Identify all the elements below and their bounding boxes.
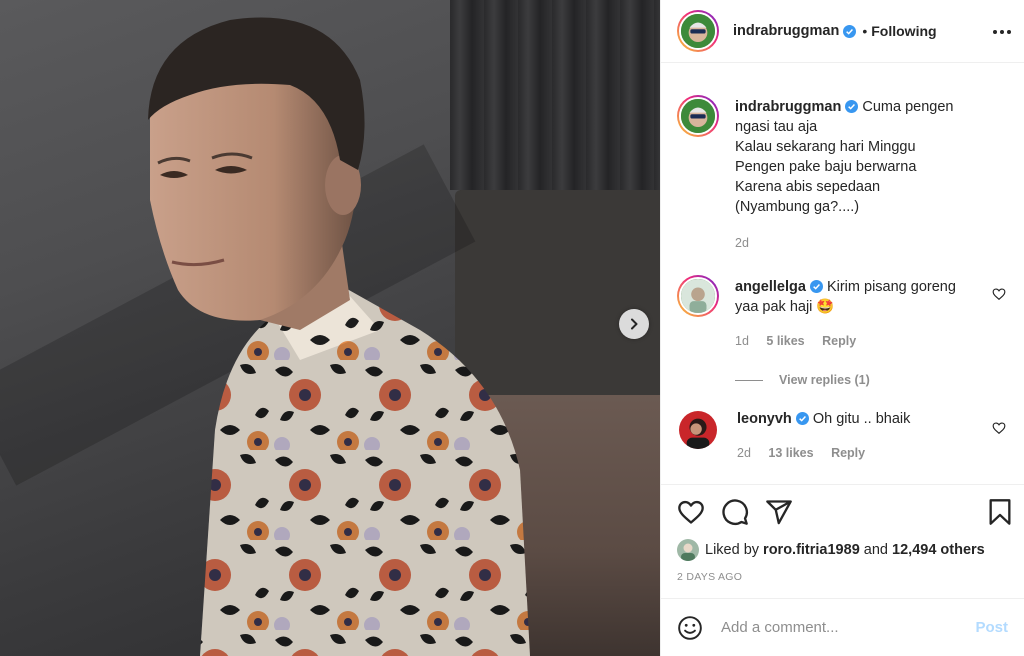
comment-body: angellelga Kirim pisang goreng yaa pak h… <box>735 277 975 351</box>
caption-time[interactable]: 2d <box>735 236 749 250</box>
comment-meta: 2d 13 likes Reply <box>737 443 977 463</box>
comment-item: angellelga Kirim pisang goreng yaa pak h… <box>677 275 1008 351</box>
share-icon[interactable] <box>765 498 793 526</box>
comment-body: leonyvh Oh gitu .. bhaik 2d 13 likes Rep… <box>737 409 977 463</box>
comment-text: Oh gitu .. bhaik <box>812 411 911 427</box>
more-horizontal-icon <box>993 30 997 34</box>
comment-likes[interactable]: 5 likes <box>766 334 804 348</box>
more-dot <box>1000 30 1004 34</box>
liked-by-prefix: Liked by <box>705 542 760 558</box>
comment-icon[interactable] <box>721 498 749 526</box>
star-struck-emoji: 🤩 <box>816 299 835 315</box>
liked-by-and: and <box>863 542 888 558</box>
post-actions: Liked by roro.fitria1989 and 12,494 othe… <box>661 484 1024 656</box>
reply-button[interactable]: Reply <box>831 446 865 460</box>
post-age[interactable]: 2 DAYS AGO <box>661 571 1024 583</box>
caption-username[interactable]: indrabruggman <box>735 99 841 115</box>
caption-line: (Nyambung ga?....) <box>735 199 860 215</box>
commenter-avatar[interactable] <box>677 275 719 317</box>
comment-time[interactable]: 2d <box>737 446 751 460</box>
replies-divider <box>735 379 763 381</box>
view-replies-button[interactable]: View replies (1) <box>735 373 1008 387</box>
caption-line: Pengen pake baju berwarna <box>735 159 917 175</box>
verified-badge-icon <box>795 412 809 425</box>
comment-input[interactable] <box>721 619 951 636</box>
comment-time[interactable]: 1d <box>735 334 749 348</box>
comment-username[interactable]: leonyvh <box>737 411 792 427</box>
liker-avatar-image <box>677 539 699 561</box>
liker-avatar[interactable] <box>677 539 699 561</box>
verified-badge-icon <box>809 280 823 293</box>
commenter-avatar-image <box>679 277 717 315</box>
caption: indrabruggman Cuma pengen ngasi tau aja … <box>677 95 1008 253</box>
caption-line: ngasi tau aja <box>735 119 818 135</box>
more-options-button[interactable] <box>990 22 1014 42</box>
verified-badge-icon <box>843 24 857 38</box>
next-photo-button[interactable] <box>619 309 649 339</box>
comment-likes[interactable]: 13 likes <box>768 446 813 460</box>
author-username[interactable]: indrabruggman <box>733 23 839 39</box>
post-detail-panel: indrabruggman • Following indrabruggman <box>660 0 1024 656</box>
like-comment-heart-icon[interactable] <box>992 287 1006 301</box>
reply-button[interactable]: Reply <box>822 334 856 348</box>
separator-dot: • <box>862 23 868 39</box>
post-comment-button[interactable]: Post <box>975 619 1008 636</box>
bookmark-icon[interactable] <box>986 498 1014 526</box>
liked-by-others[interactable]: 12,494 others <box>892 542 985 558</box>
emoji-icon[interactable] <box>677 615 703 641</box>
caption-avatar[interactable] <box>677 95 719 137</box>
caption-line: Cuma pengen <box>862 99 954 115</box>
liked-by-user[interactable]: roro.fitria1989 <box>763 542 860 558</box>
chevron-right-icon <box>631 318 638 330</box>
caption-avatar-image <box>679 97 717 135</box>
liked-by-row: Liked by roro.fitria1989 and 12,494 othe… <box>661 539 1024 561</box>
action-icons <box>661 485 1024 539</box>
post-header: indrabruggman • Following <box>661 0 1024 63</box>
more-dot <box>1007 30 1011 34</box>
comment-item: leonyvh Oh gitu .. bhaik 2d 13 likes Rep… <box>677 409 1008 463</box>
comments-list[interactable]: indrabruggman Cuma pengen ngasi tau aja … <box>661 63 1024 483</box>
heart-icon[interactable] <box>677 498 705 526</box>
caption-meta: 2d <box>735 233 975 253</box>
view-replies-label: View replies (1) <box>779 373 870 387</box>
author-avatar[interactable] <box>677 10 719 52</box>
comment-username[interactable]: angellelga <box>735 279 806 295</box>
caption-body: indrabruggman Cuma pengen ngasi tau aja … <box>735 97 975 253</box>
like-comment-heart-icon[interactable] <box>992 421 1006 435</box>
author-avatar-image <box>679 12 717 50</box>
commenter-avatar[interactable] <box>679 411 717 449</box>
post-photo[interactable] <box>0 0 660 656</box>
add-comment-bar: Post <box>661 598 1024 656</box>
caption-line: Kalau sekarang hari Minggu <box>735 139 916 155</box>
following-button[interactable]: Following <box>871 23 936 39</box>
caption-line: Karena abis sepedaan <box>735 179 881 195</box>
man-in-floral-shirt <box>148 17 530 656</box>
verified-badge-icon <box>845 100 859 113</box>
comment-meta: 1d 5 likes Reply <box>735 331 975 351</box>
commenter-avatar-image <box>679 411 717 449</box>
